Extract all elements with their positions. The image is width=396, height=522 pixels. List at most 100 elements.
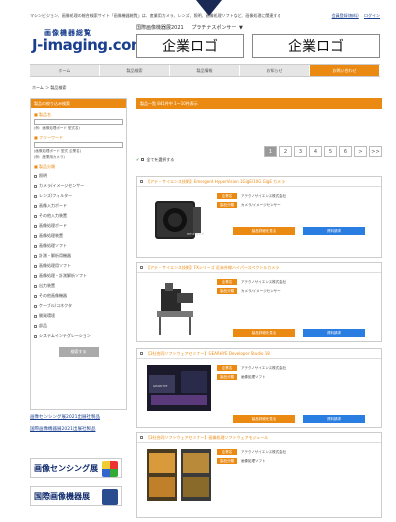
category-label: その他画像機器 [39, 293, 67, 298]
nav-news[interactable]: お知らせ [240, 65, 310, 76]
product-title-row[interactable]: 【アテ・サイエンス技術】FXシリーズ 近赤外線ハイパースペクトルカメラ [137, 263, 381, 273]
nav-contact[interactable]: お問い合わせ [310, 65, 380, 76]
nav-search[interactable]: 製品検索 [100, 65, 170, 76]
category-option[interactable]: 画像処理ボード [34, 221, 123, 231]
category-checkbox[interactable] [34, 174, 37, 178]
category-option[interactable]: その他入力装置 [34, 211, 123, 221]
product-meta: 企業名 アテクノサイエンス株式会社 製品分類 カメラ/イメージセンサー [217, 279, 286, 297]
product-image[interactable] [147, 449, 211, 501]
category-checkbox[interactable] [34, 284, 37, 288]
freeword-input[interactable] [34, 142, 123, 148]
product-title-row[interactable]: 【3社合同ソフトウェアセミナー】画像処理ソフトウェアモジュール [137, 433, 381, 443]
keyword-input[interactable] [34, 119, 123, 125]
category-checkbox[interactable] [34, 224, 37, 228]
product-title[interactable]: 【アテ・サイエンス技術】FXシリーズ 近赤外線ハイパースペクトルカメラ [146, 265, 279, 271]
company-name: アテクノサイエンス株式会社 [241, 193, 287, 198]
category-option[interactable]: 開発環境 [34, 311, 123, 321]
category-option[interactable]: 画像処理・計測解析ソフト [34, 271, 123, 281]
select-all[interactable]: ✔ 全てを選択する [136, 157, 174, 163]
sensing-expo-banner[interactable]: 画像センシング展 [30, 458, 122, 478]
category-checkbox[interactable] [34, 324, 37, 328]
detail-button[interactable]: 製品詳細を見る [233, 415, 295, 423]
category-checkbox[interactable] [34, 194, 37, 198]
breadcrumb: ホーム ＞ 製品検索 [32, 85, 67, 90]
page-2[interactable]: 2 [279, 146, 292, 157]
page-4[interactable]: 4 [309, 146, 322, 157]
request-button[interactable]: 資料請求 [303, 329, 365, 337]
category-checkbox[interactable] [34, 334, 37, 338]
login-link[interactable]: ログイン [364, 13, 380, 18]
site-logo[interactable]: J-imaging.com [32, 36, 147, 54]
exhibition-label: 国際画像機器展2021 プラチナスポンサー ▼ [136, 24, 243, 31]
category-checkbox[interactable] [34, 184, 37, 188]
category-option[interactable]: 画像入力ボード [34, 201, 123, 211]
category-option[interactable]: 部品 [34, 321, 123, 331]
category-label: 部品 [39, 323, 47, 328]
detail-button[interactable]: 製品詳細を見る [233, 227, 295, 235]
imaging-expo-banner[interactable]: 国際画像機器展 [30, 486, 122, 506]
category-option[interactable]: 照明 [34, 171, 123, 181]
request-button[interactable]: 資料請求 [303, 415, 365, 423]
category-label: 画像処理・計測解析ソフト [39, 273, 87, 278]
category-checkbox[interactable] [34, 264, 37, 268]
category-option[interactable]: ケーブル/コネクタ [34, 301, 123, 311]
category-checkbox[interactable] [34, 204, 37, 208]
product-checkbox[interactable] [140, 266, 143, 269]
product-checkbox[interactable] [140, 352, 143, 355]
category-checkbox[interactable] [34, 234, 37, 238]
category-option[interactable]: 画像処理用ソフト [34, 261, 123, 271]
page-3[interactable]: 3 [294, 146, 307, 157]
ext-link-sensing[interactable]: 画像センシング展2021出展社製品 [30, 414, 100, 420]
product-title-row[interactable]: 【アテ・サイエンス技術】Emergent HyperVision 1GigE/1… [137, 177, 381, 187]
page-1[interactable]: 1 [264, 146, 277, 157]
category-label: 画像処理用ソフト [39, 263, 71, 268]
nav-products[interactable]: 製品情報 [170, 65, 240, 76]
category-option[interactable]: 計測・解析用機器 [34, 251, 123, 261]
category-tag: 製品分類 [217, 202, 237, 208]
category-option[interactable]: 画像処理装置 [34, 231, 123, 241]
category-option[interactable]: システムインテグレーション [34, 331, 123, 341]
corporate-logo-2[interactable]: 企業ロゴ [252, 34, 380, 58]
product-title[interactable]: 【3社合同ソフトウェアセミナー】画像処理ソフトウェアモジュール [146, 435, 268, 441]
register-link[interactable]: 会員登録(無料) [332, 13, 359, 18]
product-checkbox[interactable] [140, 436, 143, 439]
product-title-row[interactable]: 【3社合同ソフトウェアセミナー】GEARHYE Developer Studio… [137, 349, 381, 359]
page-next[interactable]: > [354, 146, 367, 157]
category-checkbox[interactable] [34, 304, 37, 308]
corporate-logo-1[interactable]: 企業ロゴ [136, 34, 244, 58]
category-label: 計測・解析用機器 [39, 253, 71, 258]
category-label: 照明 [39, 173, 47, 178]
search-button[interactable]: 検索する [58, 347, 99, 357]
product-image[interactable]: GEARHYE [147, 365, 211, 411]
product-image[interactable] [147, 279, 207, 339]
category-checkbox[interactable] [34, 294, 37, 298]
nav-home[interactable]: ホーム [30, 65, 100, 76]
ext-link-imaging[interactable]: 国際画像機器展2021出展社製品 [30, 426, 95, 432]
category-option[interactable]: 画像処理ソフト [34, 241, 123, 251]
category-checkbox[interactable] [34, 274, 37, 278]
category-checkbox[interactable] [34, 214, 37, 218]
category-checkbox[interactable] [34, 254, 37, 258]
product-title[interactable]: 【アテ・サイエンス技術】Emergent HyperVision 1GigE/1… [146, 179, 285, 185]
exhibition-name: 国際画像機器展2021 [136, 25, 184, 31]
check-icon: ✔ [136, 157, 140, 162]
page-last[interactable]: >> [369, 146, 382, 157]
colorful-logo-icon [102, 461, 118, 477]
product-checkbox[interactable] [140, 180, 143, 183]
page-5[interactable]: 5 [324, 146, 337, 157]
product-meta: 企業名 アテクノサイエンス株式会社 製品分類 カメラ/イメージセンサー [217, 193, 286, 211]
category-option[interactable]: 出力装置 [34, 281, 123, 291]
product-image[interactable]: emergent [147, 193, 207, 253]
product-title[interactable]: 【3社合同ソフトウェアセミナー】GEARHYE Developer Studio… [146, 351, 270, 357]
category-option[interactable]: その他画像機器 [34, 291, 123, 301]
category-option[interactable]: レンズ/フィルター [34, 191, 123, 201]
category-option[interactable]: カメラ/イメージセンサー [34, 181, 123, 191]
category-checkbox[interactable] [34, 314, 37, 318]
category-checkbox[interactable] [34, 244, 37, 248]
page-6[interactable]: 6 [339, 146, 352, 157]
category-tag: 製品分類 [217, 374, 237, 380]
detail-button[interactable]: 製品詳細を見る [233, 329, 295, 337]
request-button[interactable]: 資料請求 [303, 227, 365, 235]
select-all-checkbox[interactable] [141, 158, 145, 161]
category-label: ■ 製品分類 [34, 164, 56, 169]
